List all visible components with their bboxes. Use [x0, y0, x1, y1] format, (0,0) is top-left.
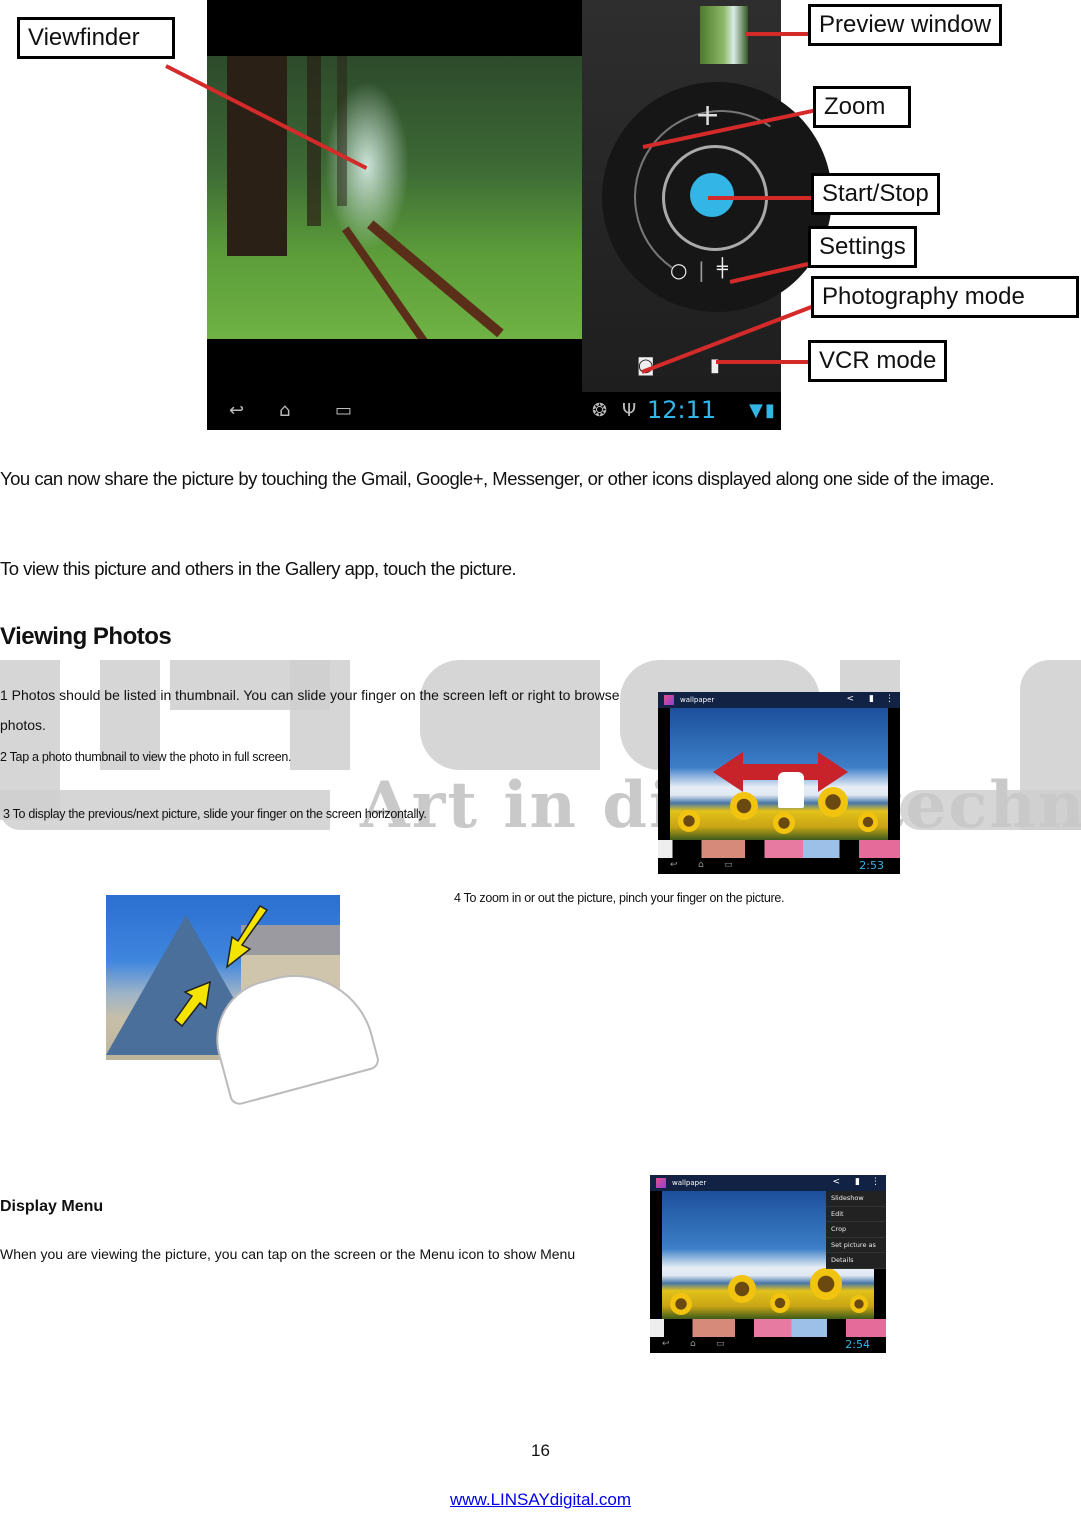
- viewing-photos-heading: Viewing Photos: [0, 623, 172, 650]
- step-4-text: 4 To zoom in or out the picture, pinch y…: [454, 891, 785, 905]
- home-icon[interactable]: ⌂: [698, 860, 704, 870]
- callout-photography-mode: Photography mode: [811, 276, 1079, 318]
- gallery-app-icon: [664, 695, 674, 705]
- status-clock: 12:11: [647, 396, 717, 424]
- viewfinder-image: [207, 56, 582, 339]
- share-icon[interactable]: <: [846, 694, 854, 704]
- thumbnail-filmstrip[interactable]: [650, 1319, 886, 1337]
- callout-viewfinder: Viewfinder: [17, 17, 175, 59]
- preview-thumbnail[interactable]: [700, 6, 748, 64]
- gallery-app-icon: [656, 1178, 666, 1188]
- gallery-topbar: wallpaper < ▮ ⋮: [650, 1175, 886, 1191]
- start-stop-button[interactable]: [690, 173, 734, 217]
- notification-icon: ❂: [592, 400, 608, 421]
- separator-icon: |: [698, 258, 705, 282]
- overflow-menu: Slideshow Edit Crop Set picture as Detai…: [826, 1191, 886, 1269]
- leader-start-stop: [708, 196, 816, 200]
- video-mode-icon[interactable]: ▮: [710, 355, 720, 376]
- pinch-arrow-in-icon: [225, 905, 269, 969]
- android-navbar: ↩ ⌂ ▭ ❂ Ψ 12:11 ▼ ▮: [207, 392, 781, 430]
- leader-vcr-mode: [716, 360, 812, 364]
- overflow-menu-icon[interactable]: ⋮: [885, 694, 894, 704]
- back-icon[interactable]: ↩: [229, 400, 244, 421]
- step-2-text: 2 Tap a photo thumbnail to view the phot…: [0, 750, 292, 764]
- recents-icon[interactable]: ▭: [335, 400, 352, 421]
- gallery-clock: 2:54: [845, 1338, 870, 1351]
- wifi-icon: ▼: [749, 400, 763, 421]
- share-icon[interactable]: <: [832, 1177, 840, 1187]
- callout-settings: Settings: [808, 226, 917, 268]
- gallery-navbar: ↩ ⌂ ▭ 2:54: [650, 1337, 886, 1353]
- callout-zoom: Zoom: [813, 86, 911, 128]
- menu-item-details[interactable]: Details: [826, 1253, 886, 1269]
- display-menu-text: When you are viewing the picture, you ca…: [0, 1246, 576, 1262]
- share-paragraph: You can now share the picture by touchin…: [0, 468, 995, 489]
- callout-preview-window: Preview window: [808, 4, 1003, 46]
- menu-item-edit[interactable]: Edit: [826, 1207, 886, 1222]
- leader-preview: [746, 32, 810, 36]
- gallery-navbar: ↩ ⌂ ▭ 2:53: [658, 858, 900, 874]
- gallery-title: wallpaper: [680, 696, 715, 704]
- pinch-arrow-out-icon: [173, 980, 211, 1028]
- overflow-menu-icon[interactable]: ⋮: [871, 1177, 880, 1187]
- callout-vcr-mode: VCR mode: [808, 340, 948, 382]
- page-number: 16: [531, 1441, 550, 1460]
- callout-start-stop: Start/Stop: [811, 173, 940, 215]
- settings-sliders-icon[interactable]: ╪: [717, 258, 728, 279]
- gallery-menu-screenshot: wallpaper < ▮ ⋮ Slideshow Edit Crop Set …: [650, 1175, 886, 1353]
- gallery-swipe-screenshot: wallpaper < ▮ ⋮ ↩ ⌂ ▭ 2:53: [658, 692, 900, 874]
- gallery-clock: 2:53: [859, 859, 884, 872]
- zoom-out-icon[interactable]: ○: [670, 258, 687, 282]
- back-icon[interactable]: ↩: [670, 860, 678, 870]
- recents-icon[interactable]: ▭: [724, 860, 733, 870]
- usb-icon: Ψ: [622, 400, 637, 421]
- gallery-title: wallpaper: [672, 1179, 707, 1187]
- gallery-paragraph: To view this picture and others in the G…: [0, 558, 517, 579]
- website-link[interactable]: www.LINSAYdigital.com: [0, 1490, 1081, 1510]
- home-icon[interactable]: ⌂: [279, 400, 290, 421]
- camera-screenshot: + ○ | ╪ ◙ ▮ ↩ ⌂ ▭ ❂ Ψ 12:11 ▼ ▮: [207, 0, 832, 430]
- delete-icon[interactable]: ▮: [869, 694, 874, 704]
- back-icon[interactable]: ↩: [662, 1339, 670, 1349]
- menu-item-crop[interactable]: Crop: [826, 1222, 886, 1238]
- display-menu-heading: Display Menu: [0, 1198, 104, 1215]
- recents-icon[interactable]: ▭: [716, 1339, 725, 1349]
- battery-icon: ▮: [765, 400, 775, 421]
- delete-icon[interactable]: ▮: [855, 1177, 860, 1187]
- thumbnail-filmstrip[interactable]: [658, 840, 900, 858]
- step-1-text: 1 Photos should be listed in thumbnail. …: [0, 687, 620, 733]
- menu-item-slideshow[interactable]: Slideshow: [826, 1191, 886, 1207]
- swipe-hand-icon: [778, 772, 804, 808]
- gallery-topbar: wallpaper < ▮ ⋮: [658, 692, 900, 708]
- step-3-text: 3 To display the previous/next picture, …: [3, 807, 427, 821]
- menu-item-set-picture-as[interactable]: Set picture as: [826, 1238, 886, 1253]
- zoom-in-icon[interactable]: +: [695, 98, 720, 133]
- home-icon[interactable]: ⌂: [690, 1339, 696, 1349]
